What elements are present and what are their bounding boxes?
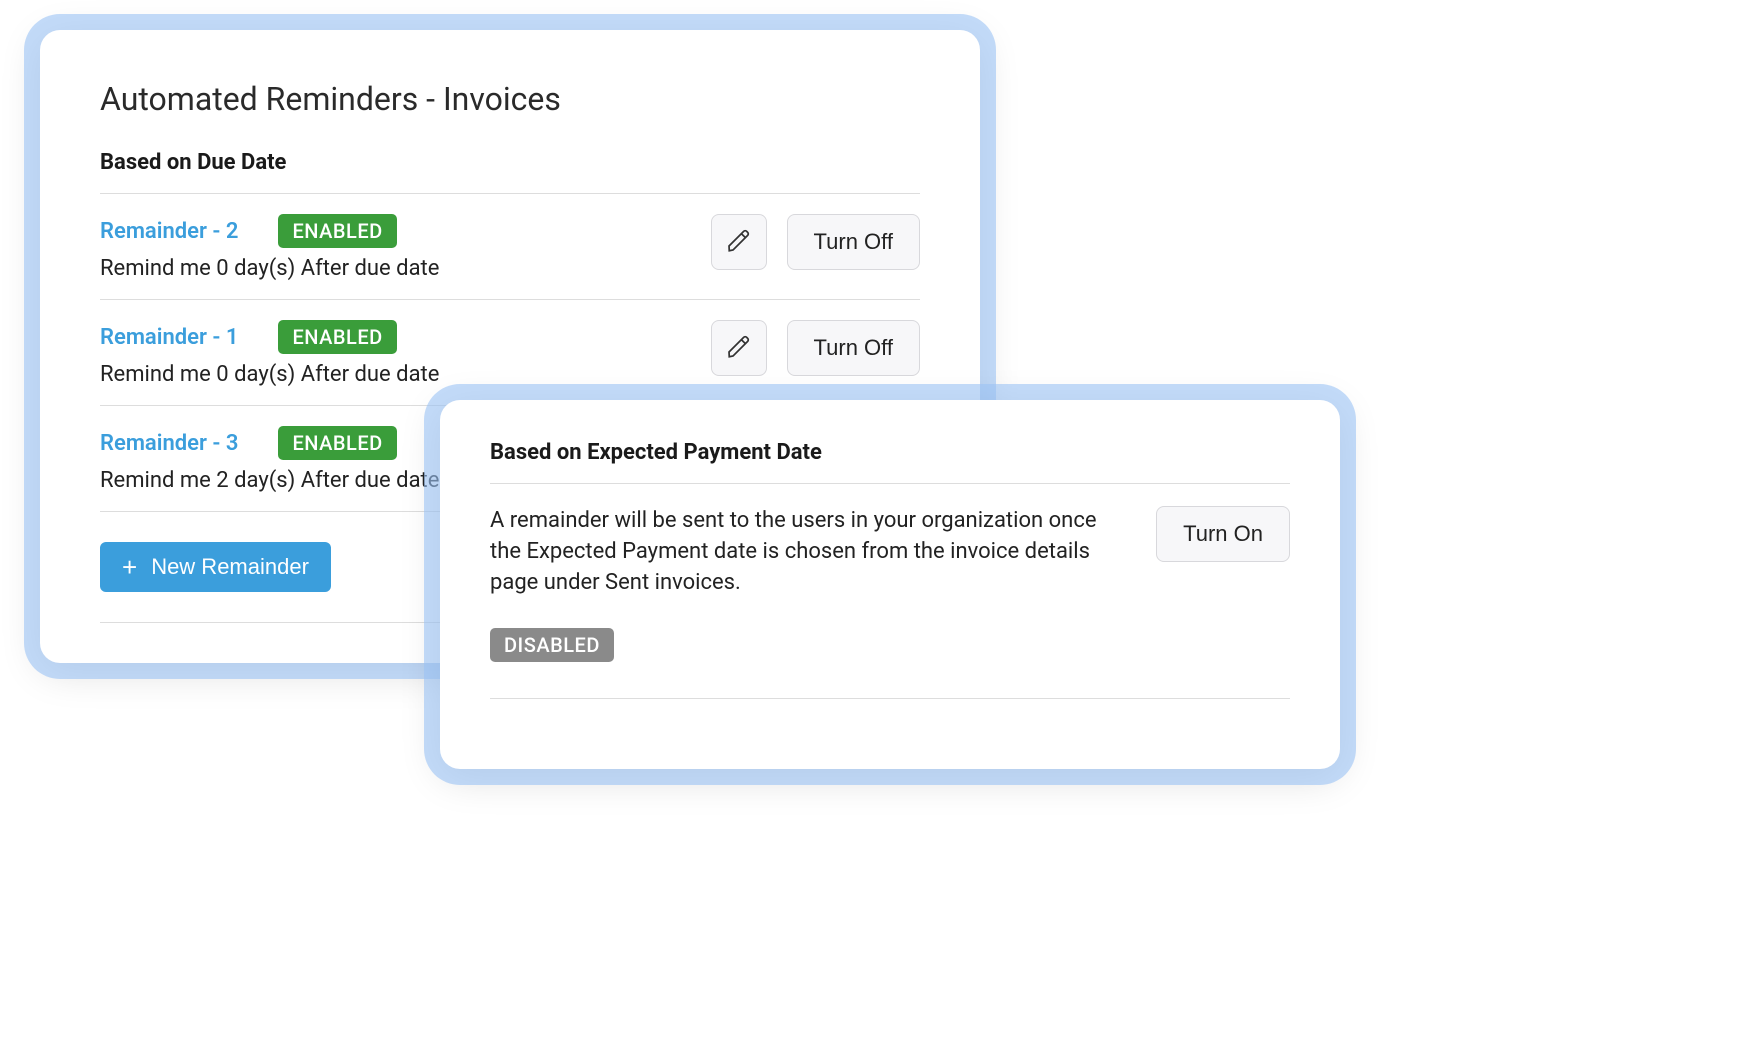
status-badge: ENABLED [278,214,396,248]
divider [490,698,1290,699]
status-badge: ENABLED [278,320,396,354]
toggle-off-button[interactable]: Turn Off [787,320,920,376]
reminder-description: Remind me 0 day(s) After due date [100,256,711,281]
expected-payment-section-title: Based on Expected Payment Date [490,440,1290,465]
status-badge: DISABLED [490,628,614,662]
reminder-name-link[interactable]: Remainder - 3 [100,431,238,456]
reminder-header: Remainder - 1 ENABLED [100,320,711,354]
reminder-info: Remainder - 1 ENABLED Remind me 0 day(s)… [100,320,711,387]
edit-button[interactable] [711,320,767,376]
reminder-header: Remainder - 2 ENABLED [100,214,711,248]
reminder-row: Remainder - 1 ENABLED Remind me 0 day(s)… [100,300,920,406]
new-reminder-label: New Remainder [151,554,309,580]
plus-icon: + [122,554,137,580]
reminder-actions: Turn Off [711,320,920,376]
toggle-on-button[interactable]: Turn On [1156,506,1290,562]
reminder-description: Remind me 0 day(s) After due date [100,362,711,387]
page-title: Automated Reminders - Invoices [100,80,920,118]
reminder-name-link[interactable]: Remainder - 2 [100,219,238,244]
edit-button[interactable] [711,214,767,270]
reminder-row: Remainder - 2 ENABLED Remind me 0 day(s)… [100,194,920,300]
pencil-icon [726,334,752,363]
expected-payment-card: Based on Expected Payment Date A remaind… [440,400,1340,769]
expected-payment-row: A remainder will be sent to the users in… [490,484,1290,622]
reminder-info: Remainder - 2 ENABLED Remind me 0 day(s)… [100,214,711,281]
new-reminder-button[interactable]: + New Remainder [100,542,331,592]
toggle-off-button[interactable]: Turn Off [787,214,920,270]
expected-payment-description: A remainder will be sent to the users in… [490,506,1126,598]
reminder-actions: Turn Off [711,214,920,270]
pencil-icon [726,228,752,257]
due-date-section-title: Based on Due Date [100,150,920,175]
status-badge: ENABLED [278,426,396,460]
reminder-name-link[interactable]: Remainder - 1 [100,325,238,350]
